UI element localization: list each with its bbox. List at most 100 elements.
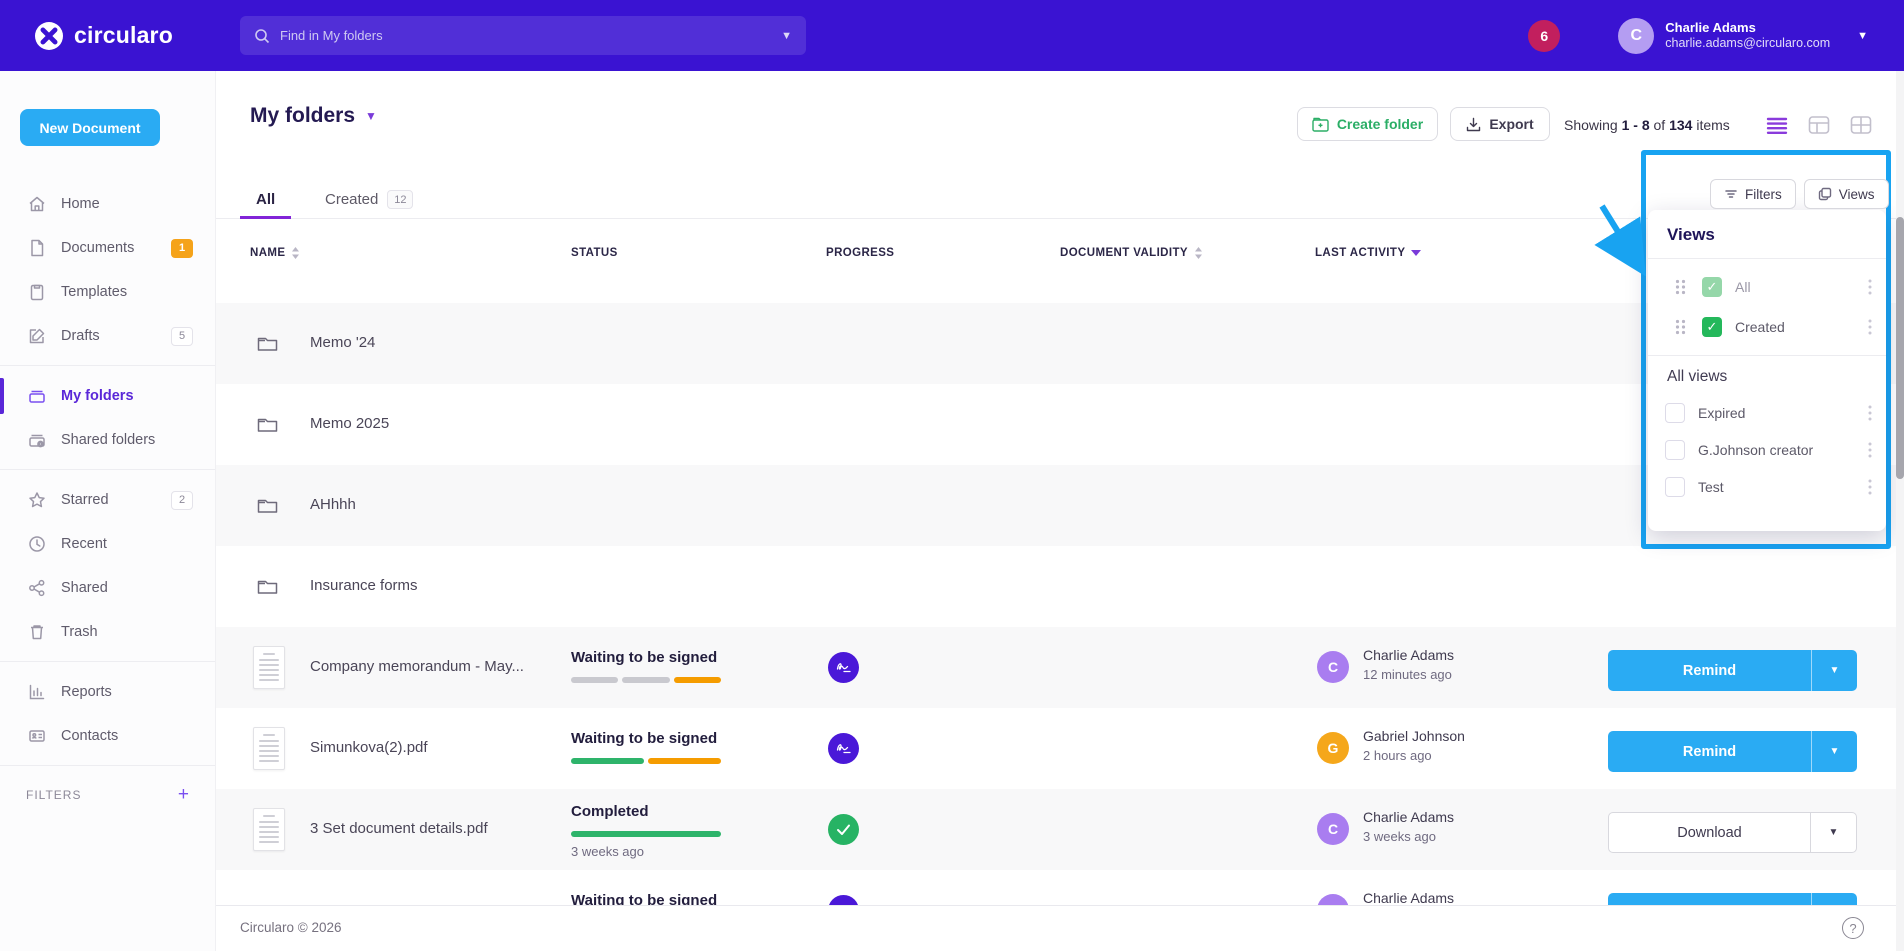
table-row-folder[interactable]: Insurance forms [216, 546, 1904, 627]
export-button[interactable]: Export [1450, 107, 1550, 141]
document-name[interactable]: Company memorandum - May... [310, 658, 524, 675]
checkbox-unchecked[interactable] [1665, 477, 1685, 497]
row-action-button[interactable]: Download ▼ [1608, 812, 1857, 853]
kebab-menu-icon[interactable] [1868, 279, 1872, 295]
column-header-progress[interactable]: PROGRESS [826, 247, 894, 259]
create-folder-button[interactable]: Create folder [1297, 107, 1438, 141]
view-label: Test [1698, 479, 1724, 495]
folder-name[interactable]: Memo '24 [310, 334, 375, 351]
table-view-icon[interactable] [1808, 115, 1830, 135]
action-dropdown-caret-icon[interactable]: ▼ [1812, 650, 1857, 691]
filters-button[interactable]: Filters [1710, 179, 1796, 209]
sidebar-item-templates[interactable]: Templates [0, 270, 215, 314]
kebab-menu-icon[interactable] [1868, 405, 1872, 421]
folder-icon [256, 575, 279, 598]
grid-view-icon[interactable] [1850, 115, 1872, 135]
user-menu-caret-icon[interactable]: ▼ [1857, 30, 1868, 42]
circularo-logo-icon [34, 21, 64, 51]
sidebar-item-label: Recent [61, 536, 107, 552]
drag-handle-icon[interactable] [1674, 279, 1687, 295]
view-item-all[interactable]: ✓ All [1648, 267, 1886, 307]
user-email: charlie.adams@circularo.com [1665, 36, 1830, 51]
page-title-dropdown[interactable]: My folders ▼ [250, 104, 377, 128]
sidebar-item-reports[interactable]: Reports [0, 670, 215, 714]
sidebar-item-contacts[interactable]: Contacts [0, 714, 215, 758]
checkbox-unchecked[interactable] [1665, 440, 1685, 460]
folder-name[interactable]: AHhhh [310, 496, 356, 513]
sidebar-item-trash[interactable]: Trash [0, 610, 215, 654]
clock-icon [27, 534, 47, 554]
activity-avatar[interactable]: C [1317, 651, 1349, 683]
add-filter-button[interactable]: + [178, 784, 189, 806]
view-item-expired[interactable]: Expired [1648, 394, 1886, 431]
checkbox-checked[interactable]: ✓ [1702, 317, 1722, 337]
document-name[interactable]: 3 Set document details.pdf [310, 820, 488, 837]
column-header-document-validity[interactable]: DOCUMENT VALIDITY [1060, 247, 1203, 259]
action-button-label[interactable]: Remind [1608, 731, 1811, 772]
top-bar: circularo Find in My folders ▼ 6 C Charl… [0, 0, 1904, 71]
user-menu[interactable]: C Charlie Adams charlie.adams@circularo.… [1618, 18, 1868, 54]
view-item-gjohnson-creator[interactable]: G.Johnson creator [1648, 431, 1886, 468]
checkbox-unchecked[interactable] [1665, 403, 1685, 423]
table-row-document[interactable]: 3 Set document details.pdf Completed 3 w… [216, 789, 1904, 870]
action-dropdown-caret-icon[interactable]: ▼ [1812, 731, 1857, 772]
sidebar-item-drafts[interactable]: Drafts 5 [0, 314, 215, 358]
main-content: My folders ▼ Create folder Export Showin… [216, 71, 1904, 951]
kebab-menu-icon[interactable] [1868, 442, 1872, 458]
table-row-document[interactable]: Simunkova(2).pdf Waiting to be signed G … [216, 708, 1904, 789]
page-scrollbar-thumb[interactable] [1896, 217, 1904, 479]
sidebar-item-recent[interactable]: Recent [0, 522, 215, 566]
sidebar-item-shared[interactable]: Shared [0, 566, 215, 610]
row-action-button[interactable]: Remind ▼ [1608, 650, 1857, 691]
sidebar-item-label: Shared folders [61, 432, 155, 448]
drag-handle-icon[interactable] [1674, 319, 1687, 335]
folder-name[interactable]: Memo 2025 [310, 415, 389, 432]
kebab-menu-icon[interactable] [1868, 479, 1872, 495]
folder-name[interactable]: Insurance forms [310, 577, 418, 594]
new-document-button[interactable]: New Document [20, 109, 160, 146]
sidebar-item-documents[interactable]: Documents 1 [0, 226, 215, 270]
document-name[interactable]: Simunkova(2).pdf [310, 739, 428, 756]
action-button-label[interactable]: Remind [1608, 650, 1811, 691]
contacts-card-icon [27, 726, 47, 746]
table-row-document[interactable]: Company memorandum - May... Waiting to b… [216, 627, 1904, 708]
help-button[interactable]: ? [1842, 917, 1864, 939]
folder-icon [256, 413, 279, 436]
page-title: My folders [250, 104, 355, 128]
sidebar-item-shared-folders[interactable]: Shared folders [0, 418, 215, 462]
user-avatar[interactable]: C [1618, 18, 1654, 54]
column-header-status[interactable]: STATUS [571, 247, 618, 259]
sidebar-item-my-folders[interactable]: My folders [0, 374, 215, 418]
sidebar-item-label: Starred [61, 492, 109, 508]
drafts-count-badge: 5 [171, 327, 193, 346]
action-button-label[interactable]: Download [1609, 813, 1810, 852]
action-dropdown-caret-icon[interactable]: ▼ [1811, 813, 1856, 852]
search-scope-caret-icon[interactable]: ▼ [781, 30, 792, 42]
view-item-created[interactable]: ✓ Created [1648, 307, 1886, 347]
activity-avatar[interactable]: G [1317, 732, 1349, 764]
sort-icon[interactable] [291, 247, 300, 259]
activity-avatar[interactable]: C [1317, 813, 1349, 845]
row-action-button[interactable]: Remind ▼ [1608, 731, 1857, 772]
tab-all[interactable]: All [256, 181, 275, 218]
column-header-name[interactable]: NAME [250, 247, 300, 259]
showing-items-text: Showing 1 - 8 of 134 items [1564, 117, 1730, 133]
views-button[interactable]: Views [1804, 179, 1889, 209]
checkbox-checked[interactable]: ✓ [1702, 277, 1722, 297]
column-header-last-activity[interactable]: LAST ACTIVITY [1315, 247, 1421, 259]
sort-desc-icon[interactable] [1411, 250, 1421, 256]
sidebar-item-home[interactable]: Home [0, 182, 215, 226]
kebab-menu-icon[interactable] [1868, 319, 1872, 335]
brand-logo[interactable]: circularo [34, 21, 173, 51]
page-scrollbar-track[interactable] [1896, 71, 1904, 951]
user-name: Charlie Adams [1665, 20, 1830, 36]
status-text: Waiting to be signed [571, 649, 717, 666]
tab-created[interactable]: Created 12 [325, 181, 413, 218]
view-item-test[interactable]: Test [1648, 468, 1886, 505]
sort-icon[interactable] [1194, 247, 1203, 259]
search-input[interactable]: Find in My folders ▼ [240, 16, 806, 55]
sidebar-item-starred[interactable]: Starred 2 [0, 478, 215, 522]
view-label: All [1735, 279, 1751, 295]
notification-badge[interactable]: 6 [1528, 20, 1560, 52]
list-view-icon[interactable] [1766, 115, 1788, 135]
